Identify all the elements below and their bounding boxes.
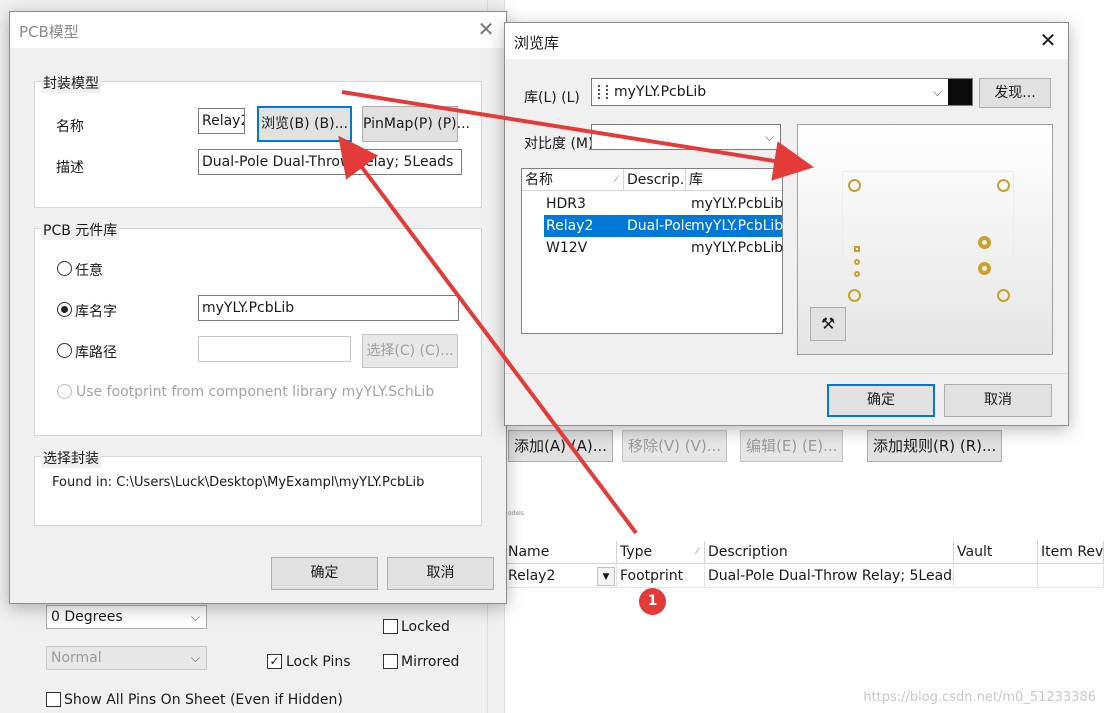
- chevron-down-icon: ⌵: [764, 130, 774, 144]
- chevron-down-icon: ⌵: [932, 85, 942, 99]
- grid-cell-item-revision[interactable]: [1038, 565, 1104, 588]
- any-label: 任意: [75, 263, 103, 279]
- pcb-model-dialog: PCB模型 ✕ 封装模型 名称 Relay2 浏览(B) (B)... PinM…: [9, 11, 507, 604]
- use-footprint-radio[interactable]: [57, 384, 72, 399]
- library-name-label: 库名字: [75, 304, 117, 320]
- ok-button[interactable]: 确定: [271, 557, 378, 590]
- lock-pins-checkbox[interactable]: ✓: [267, 654, 282, 669]
- mirrored-label: Mirrored: [401, 654, 460, 670]
- cancel-button[interactable]: 取消: [387, 557, 494, 590]
- watermark: https://blog.csdn.net/m0_51233386: [863, 690, 1096, 705]
- library-path-label: 库路径: [75, 345, 117, 361]
- use-footprint-label: Use footprint from component library myY…: [76, 384, 435, 400]
- name-label: 名称: [56, 119, 84, 135]
- dialog-title-bar[interactable]: 浏览库 ✕: [505, 23, 1068, 59]
- list-item[interactable]: HDR3 myYLY.PcbLib: [522, 193, 783, 215]
- chevron-down-icon: ⌵: [190, 651, 200, 665]
- grid-cell-type[interactable]: Footprint: [617, 565, 705, 588]
- grid-cell-vault[interactable]: [954, 565, 1038, 588]
- dialog-title: PCB模型: [19, 23, 79, 41]
- show-all-pins-label: Show All Pins On Sheet (Even if Hidden): [64, 692, 343, 708]
- list-item[interactable]: W12V myYLY.PcbLib: [522, 237, 783, 259]
- library-name-field[interactable]: myYLY.PcbLib: [198, 295, 459, 321]
- models-section-label: odels: [508, 510, 524, 517]
- sort-icon: ⁄: [615, 175, 617, 185]
- list-header-name[interactable]: 名称 ⁄: [522, 169, 624, 191]
- found-in-text: Found in: C:\Users\Luck\Desktop\MyExampl…: [52, 475, 425, 490]
- footprint-list: 名称⁄ Descrip... 库 HDR3 myYLY.PcbLib Relay…: [521, 168, 783, 334]
- footprint-pad: [978, 262, 991, 275]
- footprint-pad: [848, 289, 861, 302]
- chip-icon: [598, 85, 608, 99]
- any-radio[interactable]: [57, 261, 72, 276]
- mode-select[interactable]: Normal ⌵: [46, 646, 207, 670]
- library-color-swatch: [948, 79, 972, 105]
- list-header-library[interactable]: 库: [686, 169, 782, 191]
- rotation-select[interactable]: 0 Degrees ⌵: [46, 605, 207, 629]
- models-grid: Name Type⁄ Description Vault Item Revis …: [505, 541, 1104, 589]
- grid-cell-description[interactable]: Dual-Pole Dual-Throw Relay; 5Leads: [705, 565, 954, 588]
- browse-library-dialog: 浏览库 ✕ 库(L) (L) myYLY.PcbLib ⌵ 发现... 对比度 …: [504, 22, 1069, 426]
- pinmap-button[interactable]: PinMap(P) (P)...: [362, 106, 470, 142]
- list-header-description[interactable]: Descrip...: [624, 169, 686, 191]
- list-item-selected[interactable]: Relay2 Dual-Pole myYLY.PcbLib: [544, 215, 783, 237]
- close-icon[interactable]: ✕: [466, 12, 506, 48]
- group-title: 选择封装: [41, 448, 101, 468]
- cancel-button[interactable]: 取消: [944, 384, 1052, 417]
- footprint-pad: [978, 236, 991, 249]
- dialog-title: 浏览库: [514, 34, 560, 52]
- grid-header-item-revision[interactable]: Item Revis: [1038, 541, 1104, 564]
- footprint-name-field[interactable]: Relay2: [198, 108, 245, 134]
- footprint-pad: [854, 246, 860, 252]
- library-path-field[interactable]: [198, 336, 351, 362]
- hammer-icon[interactable]: ⚒: [810, 307, 846, 341]
- footprint-model-group: 封装模型: [34, 73, 482, 208]
- footprint-preview: ⚒: [797, 124, 1053, 355]
- discover-button[interactable]: 发现...: [979, 78, 1051, 108]
- close-icon[interactable]: ✕: [1028, 23, 1068, 59]
- lock-pins-label: Lock Pins: [286, 654, 351, 670]
- footprint-pad: [997, 179, 1010, 192]
- group-title: 封装模型: [41, 73, 101, 93]
- locked-checkbox[interactable]: [383, 619, 398, 634]
- library-label: 库(L) (L): [524, 90, 580, 106]
- remove-model-button[interactable]: 移除(V) (V)...: [622, 430, 728, 462]
- choose-path-button[interactable]: 选择(C) (C)...: [362, 334, 458, 368]
- group-title: PCB 元件库: [41, 220, 120, 240]
- mask-label: 对比度 (M): [524, 136, 594, 152]
- sort-icon: ⁄: [696, 547, 698, 557]
- mirrored-checkbox[interactable]: [383, 654, 398, 669]
- chevron-down-icon: ⌵: [190, 610, 200, 624]
- grid-header-vault[interactable]: Vault: [954, 541, 1038, 564]
- grid-header-type[interactable]: Type ⁄: [617, 541, 705, 564]
- footprint-pad: [848, 179, 861, 192]
- description-field[interactable]: Dual-Pole Dual-Throw Relay; 5Leads: [198, 149, 462, 175]
- grid-header-description[interactable]: Description: [705, 541, 954, 564]
- footprint-pad: [854, 271, 860, 277]
- add-model-button[interactable]: 添加(A) (A)...: [508, 430, 614, 462]
- library-path-radio[interactable]: [57, 343, 72, 358]
- library-select[interactable]: myYLY.PcbLib ⌵: [591, 78, 973, 106]
- footprint-pad: [854, 259, 860, 265]
- description-label: 描述: [56, 160, 84, 176]
- locked-label: Locked: [401, 619, 450, 635]
- show-all-pins-checkbox[interactable]: [46, 692, 61, 707]
- ok-button[interactable]: 确定: [827, 384, 935, 417]
- chevron-down-icon[interactable]: ▼: [597, 567, 615, 586]
- dialog-title-bar[interactable]: PCB模型 ✕: [10, 12, 506, 48]
- selected-footprint-group: 选择封装: [34, 448, 482, 526]
- footprint-pad: [997, 289, 1010, 302]
- browse-button[interactable]: 浏览(B) (B)...: [257, 106, 352, 142]
- library-name-radio[interactable]: [57, 302, 72, 317]
- add-rule-button[interactable]: 添加规则(R) (R)...: [867, 430, 1003, 462]
- grid-header-name[interactable]: Name: [505, 541, 617, 564]
- mask-field[interactable]: ⌵: [591, 124, 781, 150]
- edit-model-button[interactable]: 编辑(E) (E)...: [740, 430, 844, 462]
- annotation-badge: 1: [639, 588, 666, 615]
